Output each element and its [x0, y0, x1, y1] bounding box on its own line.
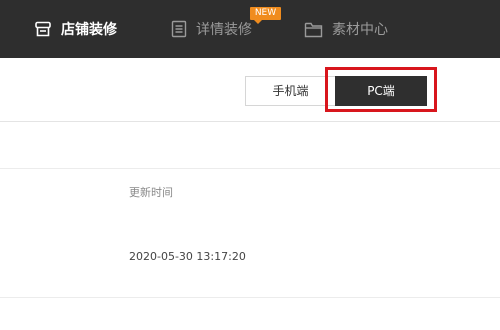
- nav-item-shop-decoration[interactable]: 店铺装修: [34, 0, 117, 58]
- folder-icon: [304, 21, 332, 38]
- top-nav-bar: 店铺装修 详情装修 NEW 素材中心: [0, 0, 500, 58]
- shop-icon: [34, 20, 61, 38]
- table-cell-updated-time: 2020-05-30 13:17:20: [129, 250, 246, 263]
- column-header-updated-time: 更新时间: [129, 186, 173, 199]
- nav-item-label: 店铺装修: [61, 22, 117, 38]
- divider: [0, 168, 500, 169]
- divider: [0, 297, 500, 298]
- nav-item-label: 详情装修: [196, 22, 252, 38]
- nav-item-material-center[interactable]: 素材中心: [304, 0, 388, 58]
- new-badge: NEW: [250, 7, 281, 24]
- device-toolbar: 手机端 PC端: [0, 58, 500, 122]
- document-icon: [171, 20, 196, 38]
- mobile-toggle-button[interactable]: 手机端: [245, 76, 335, 106]
- nav-item-label: 素材中心: [332, 22, 388, 38]
- nav-item-detail-decoration[interactable]: 详情装修: [171, 0, 252, 58]
- pc-toggle-button[interactable]: PC端: [335, 76, 427, 106]
